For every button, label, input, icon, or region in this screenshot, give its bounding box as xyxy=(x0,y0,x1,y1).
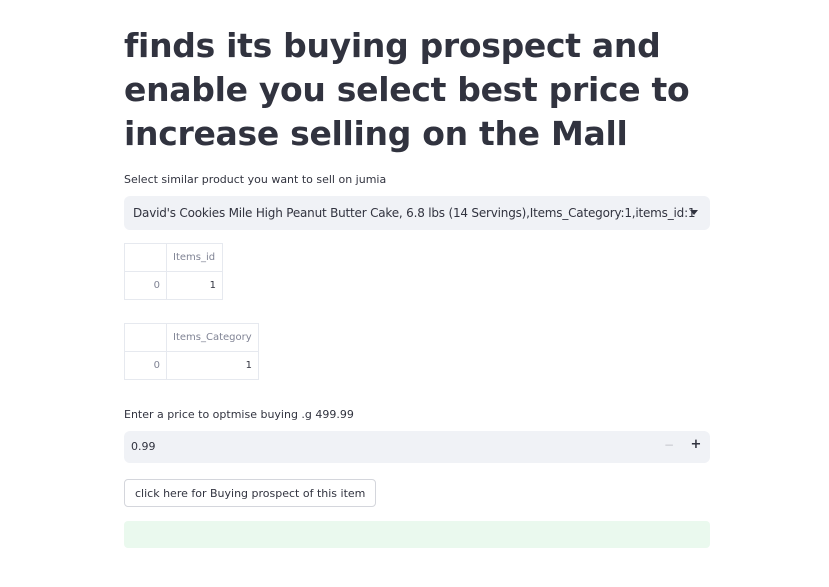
chevron-down-icon[interactable] xyxy=(690,210,698,215)
items-id-table: Items_id 0 1 xyxy=(124,243,223,300)
row-index: 0 xyxy=(124,351,167,380)
increment-button[interactable]: + xyxy=(689,437,703,452)
table-header-row: Items_id xyxy=(124,243,223,272)
product-select-value: David's Cookies Mile High Peanut Butter … xyxy=(133,206,696,220)
column-header-items-id[interactable]: Items_id xyxy=(166,243,223,272)
cell-items-category[interactable]: 1 xyxy=(166,351,259,380)
page-title: finds its buying prospect and enable you… xyxy=(124,26,690,153)
cell-items-id[interactable]: 1 xyxy=(166,271,223,300)
index-header xyxy=(124,243,167,272)
column-header-items-category[interactable]: Items_Category xyxy=(166,323,259,352)
product-select[interactable]: David's Cookies Mile High Peanut Butter … xyxy=(124,196,710,230)
table-row: 0 1 xyxy=(124,271,223,300)
row-index: 0 xyxy=(124,271,167,300)
product-select-label: Select similar product you want to sell … xyxy=(124,173,387,186)
buying-prospect-button[interactable]: click here for Buying prospect of this i… xyxy=(124,479,377,507)
decrement-button[interactable]: − xyxy=(662,438,676,452)
table-header-row: Items_Category xyxy=(124,323,259,352)
price-input-label: Enter a price to optmise buying .g 499.9… xyxy=(124,408,354,421)
price-input-value[interactable]: 0.99 xyxy=(131,440,156,453)
items-category-table: Items_Category 0 1 xyxy=(124,323,259,380)
success-alert xyxy=(124,521,710,548)
index-header xyxy=(124,323,167,352)
table-row: 0 1 xyxy=(124,351,259,380)
price-number-input[interactable]: 0.99 − + xyxy=(124,431,710,463)
